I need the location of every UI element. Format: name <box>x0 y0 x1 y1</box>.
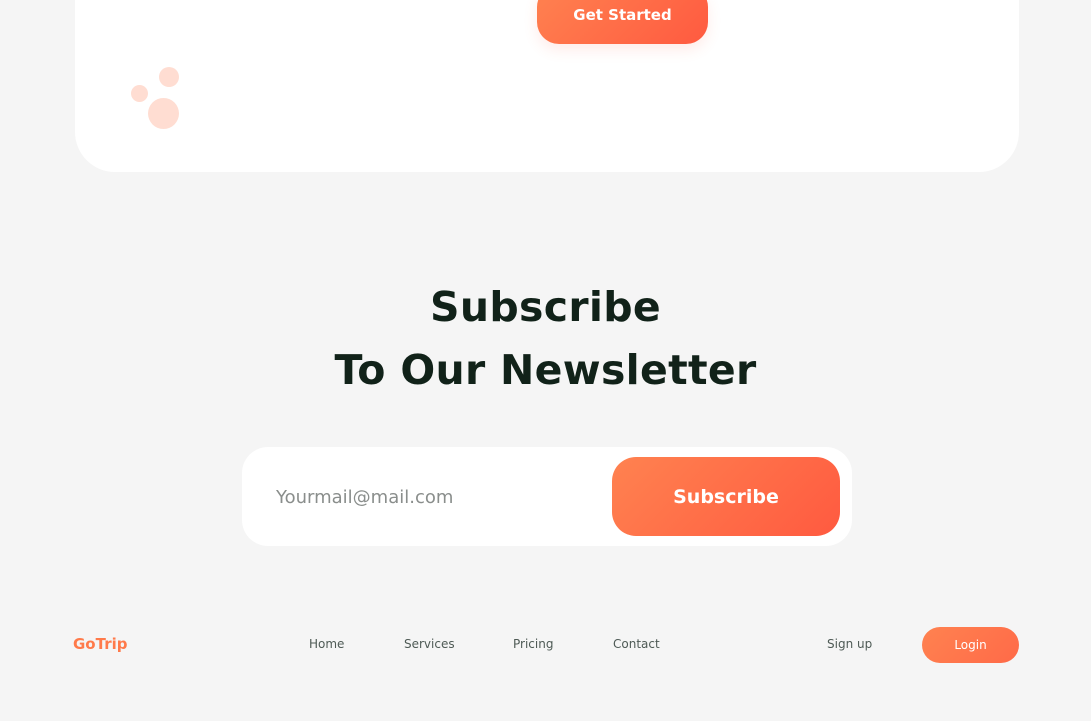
email-input[interactable] <box>276 477 596 517</box>
get-started-button[interactable]: Get Started <box>537 0 708 44</box>
login-button[interactable]: Login <box>922 627 1019 663</box>
newsletter-heading-line2: To Our Newsletter <box>334 346 757 394</box>
decorative-dot <box>148 98 179 129</box>
nav-contact-link[interactable]: Contact <box>613 637 660 651</box>
decorative-dot <box>131 85 148 102</box>
signup-link[interactable]: Sign up <box>827 637 872 651</box>
nav-pricing-link[interactable]: Pricing <box>513 637 553 651</box>
nav-home-link[interactable]: Home <box>309 637 344 651</box>
subscribe-form: Subscribe <box>242 447 852 546</box>
newsletter-heading-line1: Subscribe <box>430 283 661 331</box>
footer-logo[interactable]: GoTrip <box>73 635 127 653</box>
subscribe-button[interactable]: Subscribe <box>612 457 840 536</box>
decorative-dot <box>159 67 179 87</box>
nav-services-link[interactable]: Services <box>404 637 455 651</box>
hero-card: Get Started <box>75 0 1019 172</box>
